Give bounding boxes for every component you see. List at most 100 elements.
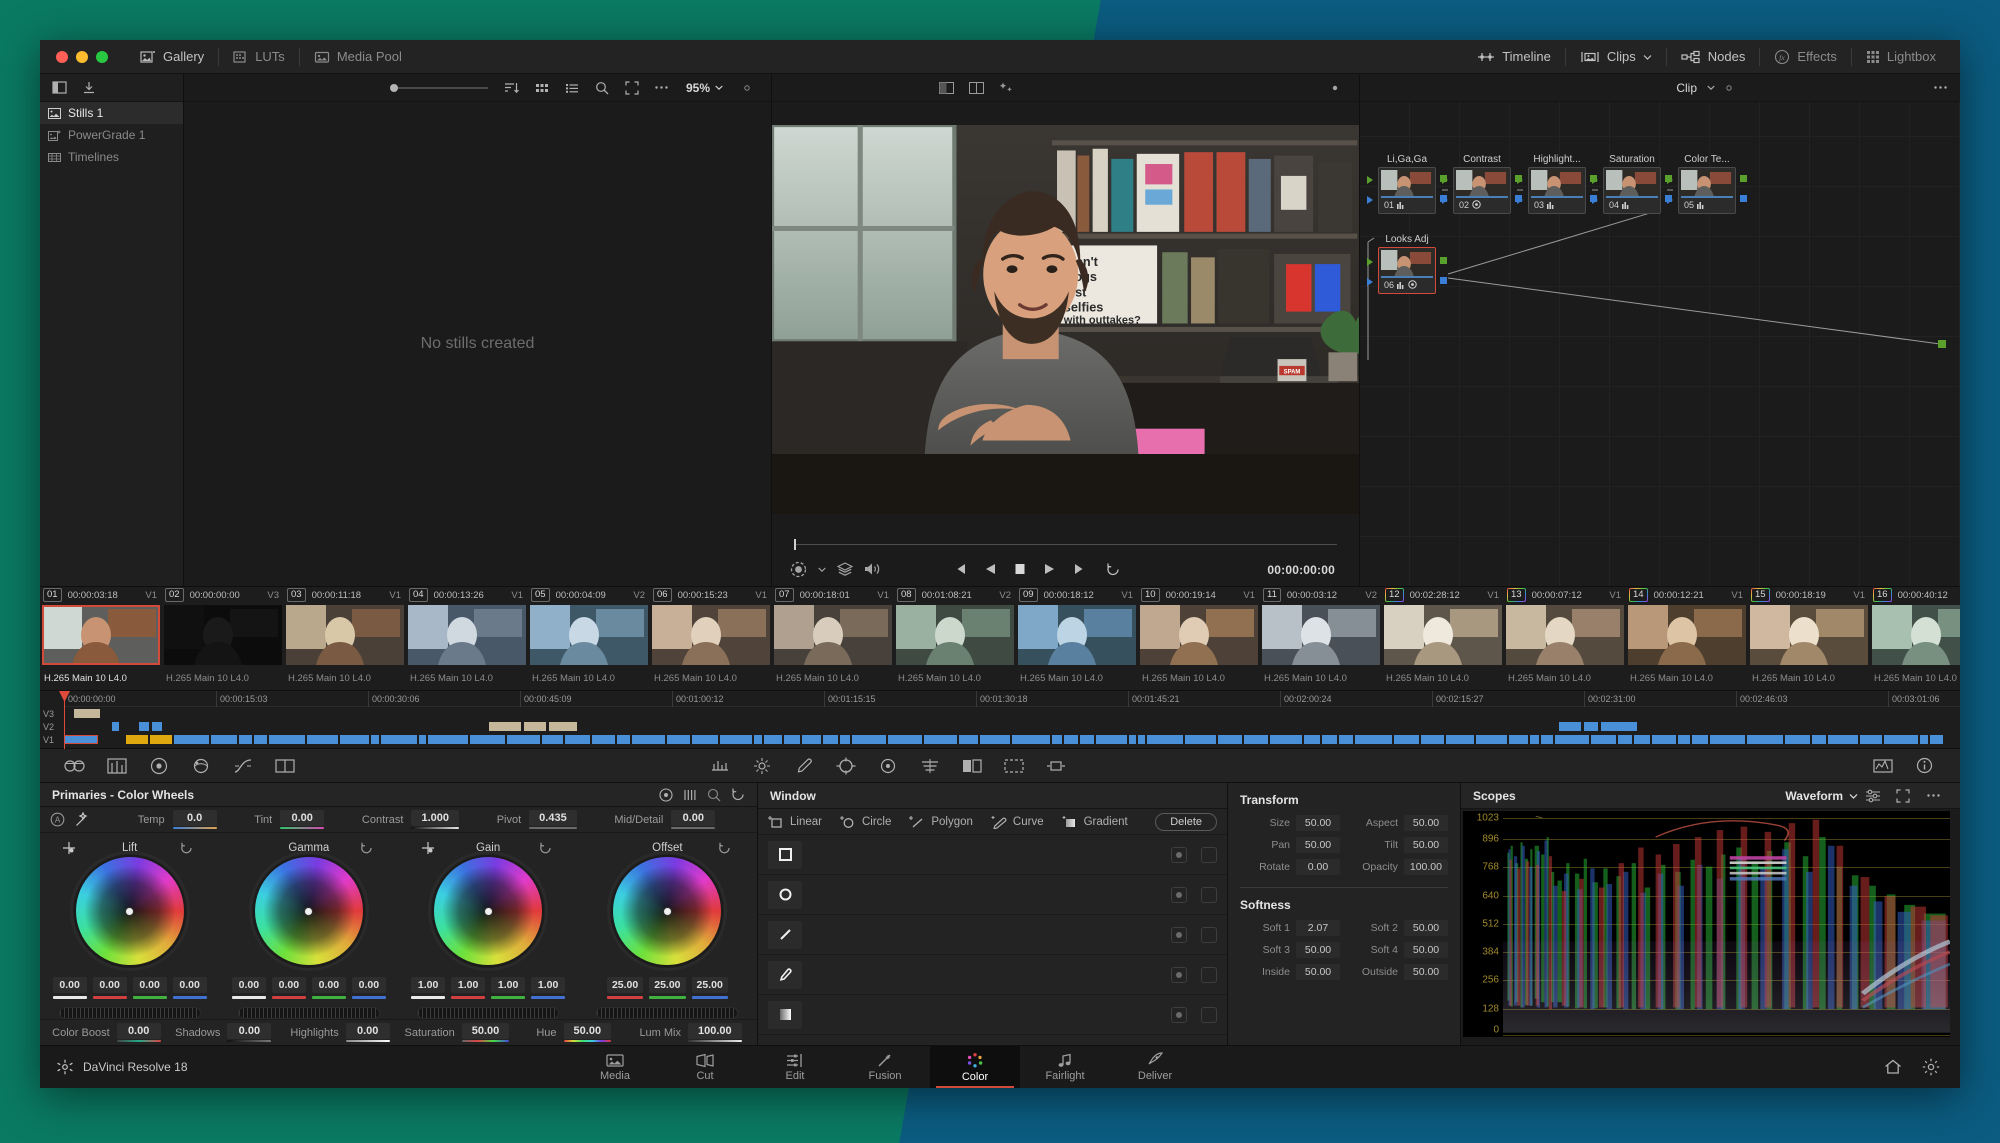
param-value[interactable]: 100.00 <box>688 1023 742 1040</box>
timeline-clip-block[interactable] <box>692 735 719 744</box>
clip-thumb-cell[interactable] <box>1260 603 1382 667</box>
field-value[interactable]: 50.00 <box>1296 815 1340 831</box>
timeline-clip-block[interactable] <box>174 735 210 744</box>
node-02[interactable]: Contrast 02 <box>1442 154 1522 214</box>
param-tint[interactable]: Tint 0.00 <box>254 810 325 830</box>
timeline-clip-block[interactable] <box>840 735 851 744</box>
add-gradient-window-button[interactable]: Gradient <box>1062 815 1128 829</box>
timeline-clip-block[interactable] <box>1860 735 1883 744</box>
primaries-bars-palette-button[interactable] <box>96 751 138 781</box>
timeline-clip-block[interactable] <box>1393 735 1419 744</box>
timeline-clip-block[interactable] <box>764 735 782 744</box>
thumbnail-size-slider[interactable] <box>389 83 488 92</box>
play-reverse-button[interactable] <box>985 563 996 575</box>
clip-thumbnail[interactable] <box>530 605 648 665</box>
timeline-clip-block[interactable] <box>340 735 369 744</box>
offset-b-value[interactable]: 25.00 <box>691 977 728 994</box>
clip-thumb-cell[interactable] <box>1382 603 1504 667</box>
volume-icon[interactable] <box>864 562 881 576</box>
clip-thumbnail-strip[interactable]: 01 00:00:03:18 V1 02 00:00:00:00 V3 03 00:00:11… <box>40 586 1960 690</box>
window-row-gradient[interactable] <box>758 995 1227 1035</box>
info-button[interactable] <box>1904 751 1946 781</box>
field-value[interactable]: 50.00 <box>1404 920 1448 936</box>
clip-thumb-cell[interactable] <box>528 603 650 667</box>
param-shadows[interactable]: Shadows 0.00 <box>165 1023 282 1043</box>
pen-shape-icon[interactable] <box>768 960 802 989</box>
timeline-clip-block[interactable] <box>370 735 380 744</box>
timeline-clip-block[interactable] <box>1244 735 1269 744</box>
clip-thumb-cell[interactable] <box>406 603 528 667</box>
timeline-clip-block[interactable] <box>1445 735 1474 744</box>
clip-thumb-cell[interactable] <box>1138 603 1260 667</box>
magic-mask-palette-button[interactable] <box>867 751 909 781</box>
layers-icon[interactable] <box>837 562 853 576</box>
timeline-clip-block[interactable] <box>1634 735 1651 744</box>
offset-master-slider[interactable] <box>596 1007 739 1020</box>
window-row-line[interactable] <box>758 915 1227 955</box>
timeline-clip-block[interactable] <box>591 735 616 744</box>
expand-icon[interactable] <box>618 76 646 100</box>
window-invert-toggle[interactable] <box>1201 966 1217 983</box>
tab-fairlight[interactable]: Fairlight <box>1020 1046 1110 1088</box>
gain-b-value[interactable]: 1.00 <box>531 977 566 994</box>
clip-thumb-cell[interactable] <box>1504 603 1626 667</box>
gamma-y-value[interactable]: 0.00 <box>231 977 266 994</box>
jump-to-start-button[interactable] <box>952 563 967 575</box>
gamma-g-value[interactable]: 0.00 <box>311 977 346 994</box>
nodes-toggle[interactable]: Nodes <box>1667 40 1760 74</box>
node-06[interactable]: Looks Adj 06 <box>1367 234 1447 294</box>
auto-color-wand-icon[interactable] <box>75 812 90 827</box>
clip-thumbnail[interactable] <box>652 605 770 665</box>
gain-color-wheel[interactable] <box>428 851 549 972</box>
param-contrast[interactable]: Contrast 1.000 <box>362 810 460 830</box>
timeline-clip-block[interactable] <box>1355 735 1392 744</box>
node-canvas[interactable]: Li,Ga,Ga 01 Contrast 02 Highlight... 03 … <box>1360 102 1960 586</box>
param-saturation[interactable]: Saturation 50.00 <box>398 1023 515 1043</box>
field-value[interactable]: 50.00 <box>1296 964 1340 980</box>
param-mid-detail[interactable]: Mid/Detail 0.00 <box>614 810 716 830</box>
clip-thumbnail[interactable] <box>1262 605 1380 665</box>
lift-b-value[interactable]: 0.00 <box>172 977 207 994</box>
timeline-clip-block[interactable] <box>381 735 418 744</box>
timeline-clip-block[interactable] <box>1529 735 1540 744</box>
param-value[interactable]: 0.00 <box>345 1023 390 1040</box>
line-shape-icon[interactable] <box>768 920 802 949</box>
home-icon[interactable] <box>1884 1059 1902 1075</box>
timeline-clip-block[interactable] <box>1064 735 1079 744</box>
add-circle-window-button[interactable]: Circle <box>839 815 891 829</box>
timeline-clip-block[interactable] <box>1746 735 1784 744</box>
lift-color-wheel[interactable] <box>69 851 190 972</box>
timeline-clip-block[interactable] <box>802 735 822 744</box>
lift-y-value[interactable]: 0.00 <box>52 977 87 994</box>
square-shape-icon[interactable] <box>768 840 802 869</box>
timeline-clip-block[interactable] <box>1095 735 1127 744</box>
minimize-window-button[interactable] <box>76 50 88 63</box>
timeline-clip-block[interactable] <box>1677 735 1691 744</box>
loop-button[interactable] <box>1106 563 1120 576</box>
timeline-clip-block[interactable] <box>1270 735 1302 744</box>
gain-r-value[interactable]: 1.00 <box>451 977 486 994</box>
param-value[interactable]: 0.00 <box>280 810 325 827</box>
timeline-toggle[interactable]: Timeline <box>1463 40 1565 74</box>
timeline-clip-block[interactable] <box>1884 735 1918 744</box>
window-controls[interactable] <box>50 50 108 63</box>
gain-g-value[interactable]: 1.00 <box>491 977 526 994</box>
lightbox-toggle[interactable]: Lightbox <box>1852 40 1950 74</box>
clip-thumbnail[interactable] <box>286 605 404 665</box>
node-more-options-icon[interactable] <box>1933 85 1948 90</box>
window-invert-toggle[interactable] <box>1201 846 1217 863</box>
tab-deliver[interactable]: Deliver <box>1110 1046 1200 1088</box>
clip-thumb-cell[interactable] <box>1626 603 1748 667</box>
node-04[interactable]: Saturation 04 <box>1592 154 1672 214</box>
timeline-clip-block[interactable] <box>1811 735 1826 744</box>
close-window-button[interactable] <box>56 50 68 63</box>
timeline-clip-block[interactable] <box>1508 735 1528 744</box>
timeline-clip-block[interactable] <box>1785 735 1810 744</box>
timeline-clip-block[interactable] <box>666 735 691 744</box>
list-view-button[interactable] <box>558 76 586 100</box>
clip-thumbnail[interactable] <box>1384 605 1502 665</box>
timeline-clip-block[interactable] <box>1617 735 1633 744</box>
timeline-clip-block[interactable] <box>1303 735 1320 744</box>
timeline-ruler[interactable]: 00:00:00:00 00:00:15:03 00:00:30:06 00:00:4… <box>64 691 1960 707</box>
add-linear-window-button[interactable]: Linear <box>768 815 822 829</box>
